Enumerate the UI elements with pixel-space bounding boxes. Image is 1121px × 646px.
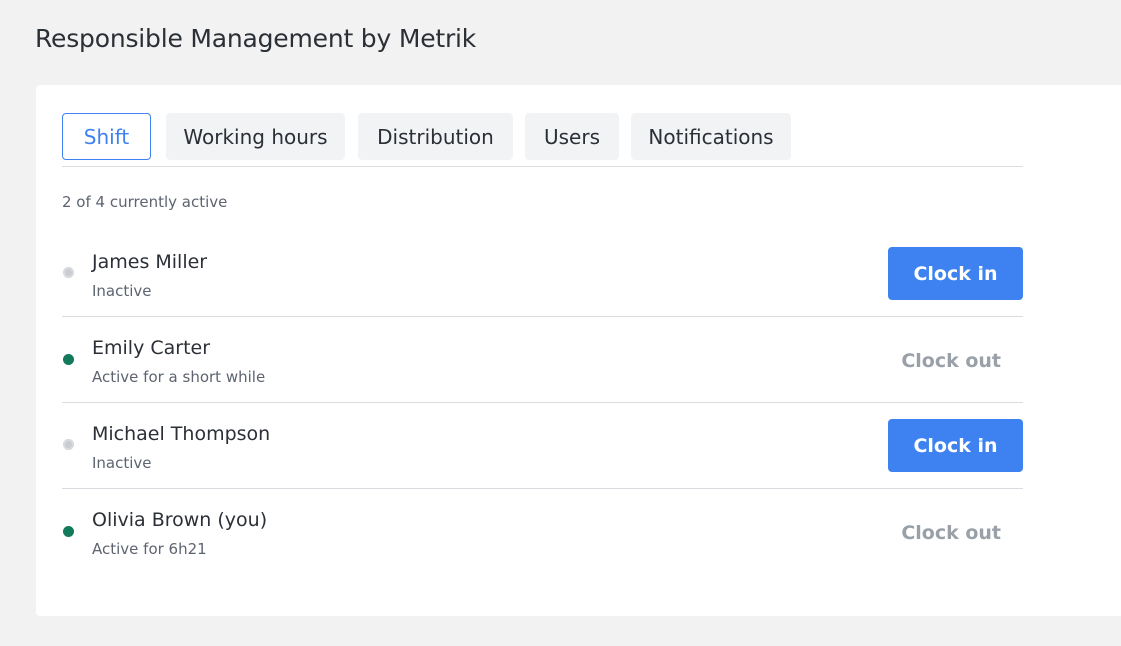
user-row: Emily Carter Active for a short while Cl… — [62, 317, 1023, 403]
status-dot-icon — [63, 267, 74, 278]
user-status: Active for 6h21 — [92, 540, 207, 558]
clock-out-button[interactable]: Clock out — [888, 334, 1023, 387]
status-dot-icon — [63, 439, 74, 450]
tab-distribution[interactable]: Distribution — [358, 113, 513, 160]
clock-in-button[interactable]: Clock in — [888, 419, 1023, 472]
user-status: Inactive — [92, 454, 152, 472]
main-card: Shift Working hours Distribution Users N… — [36, 85, 1121, 616]
tab-users[interactable]: Users — [525, 113, 619, 160]
user-name: Michael Thompson — [92, 423, 271, 445]
user-row: Olivia Brown (you) Active for 6h21 Clock… — [62, 489, 1023, 575]
active-count-summary: 2 of 4 currently active — [62, 193, 228, 211]
clock-out-button[interactable]: Clock out — [888, 506, 1023, 559]
user-name: Emily Carter — [92, 337, 211, 359]
user-status: Active for a short while — [92, 368, 266, 386]
tab-notifications[interactable]: Notifications — [631, 113, 791, 160]
status-dot-icon — [63, 354, 74, 365]
user-name: Olivia Brown (you) — [92, 509, 268, 531]
status-dot-icon — [63, 526, 74, 537]
user-row: Michael Thompson Inactive Clock in — [62, 403, 1023, 489]
tab-working-hours[interactable]: Working hours — [166, 113, 345, 160]
page-title: Responsible Management by Metrik — [35, 24, 477, 53]
user-status: Inactive — [92, 282, 152, 300]
user-row: James Miller Inactive Clock in — [62, 231, 1023, 317]
tab-shift[interactable]: Shift — [62, 113, 151, 160]
clock-in-button[interactable]: Clock in — [888, 247, 1023, 300]
tabs-divider — [62, 166, 1023, 167]
user-name: James Miller — [92, 251, 208, 273]
